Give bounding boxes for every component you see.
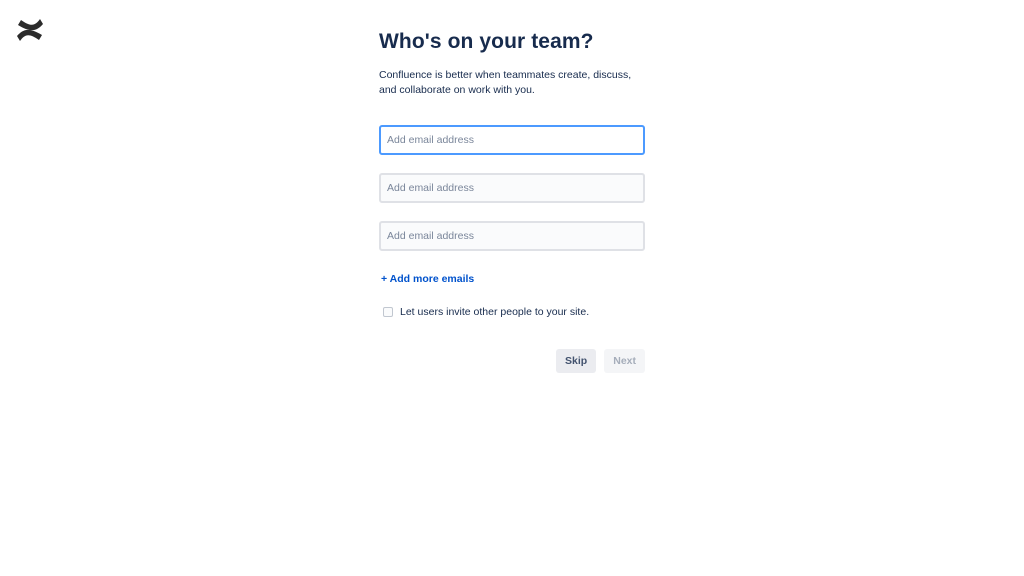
page-title: Who's on your team? bbox=[379, 30, 594, 53]
invite-permission-label[interactable]: Let users invite other people to your si… bbox=[400, 306, 589, 318]
email-field-2[interactable] bbox=[379, 173, 645, 203]
description-line-2: and collaborate on work with you. bbox=[379, 84, 535, 96]
email-field-1[interactable] bbox=[379, 125, 645, 155]
form-actions: Skip Next bbox=[379, 349, 645, 373]
skip-button[interactable]: Skip bbox=[556, 349, 597, 373]
confluence-logo-icon bbox=[15, 16, 45, 44]
email-field-list bbox=[379, 125, 645, 251]
add-more-emails-link[interactable]: + Add more emails bbox=[381, 273, 474, 285]
page-description: Confluence is better when teammates crea… bbox=[379, 68, 645, 98]
invite-permission-checkbox[interactable] bbox=[383, 307, 393, 317]
invite-permission-option: Let users invite other people to your si… bbox=[383, 306, 645, 318]
next-button[interactable]: Next bbox=[604, 349, 645, 373]
invite-team-form: Who's on your team? Confluence is better… bbox=[379, 28, 645, 373]
email-field-3[interactable] bbox=[379, 221, 645, 251]
description-line-1: Confluence is better when teammates crea… bbox=[379, 69, 632, 81]
